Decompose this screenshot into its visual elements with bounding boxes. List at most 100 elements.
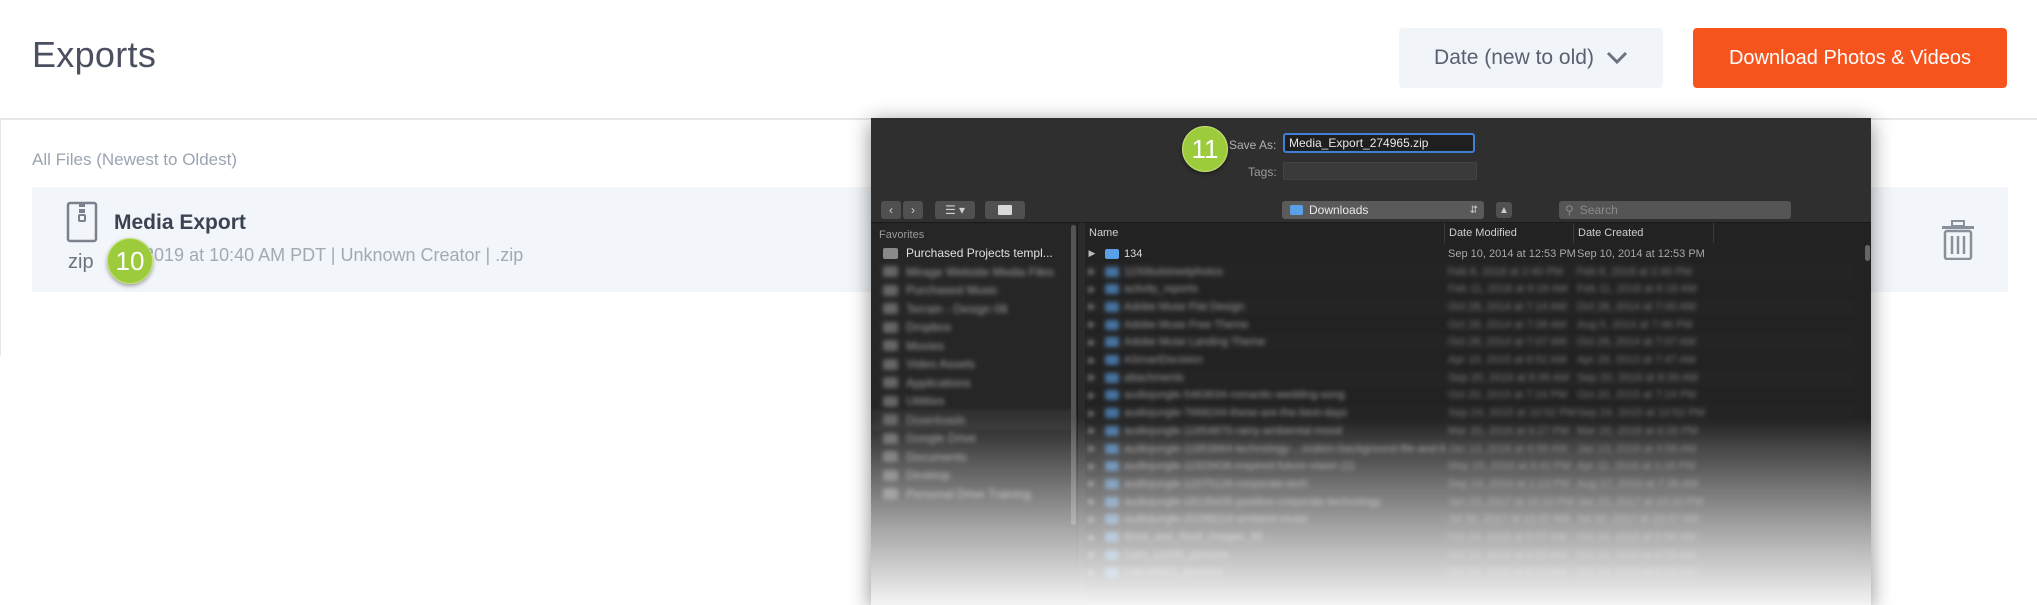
sidebar-item[interactable]: Applications <box>883 373 971 393</box>
row-date-created: Jul 30, 2017 at 10:37 AM <box>1577 513 1699 526</box>
disclosure-triangle-icon[interactable]: ▶ <box>1085 478 1099 489</box>
row-name: audiojungle-11853664-technology-...orati… <box>1124 442 1446 455</box>
zip-file-icon <box>66 201 98 243</box>
disclosure-triangle-icon[interactable]: ▶ <box>1085 266 1099 277</box>
finder-file-list: Name Date Modified Date Created ▶ 134 Sep … <box>1085 223 1871 605</box>
location-select[interactable]: Downloads ⇵ <box>1282 201 1484 219</box>
table-row[interactable]: ▶ audiojungle-5463634-romantic-wedding-so… <box>1085 387 1855 405</box>
row-name: 1150bulstreetphotos <box>1124 265 1223 278</box>
row-date-created: Feb 11, 2018 at 8:18 AM <box>1577 283 1697 296</box>
row-name: audiojungle-11654870-rainy-ambiental-moo… <box>1124 424 1343 437</box>
sidebar-item[interactable]: Utilities <box>883 391 945 411</box>
trash-icon[interactable] <box>1941 220 1975 260</box>
table-row[interactable]: ▶ audiojungle-20288219-ambient-music Jul 3… <box>1085 510 1855 529</box>
sidebar-item[interactable]: Terrain - Design 08 <box>883 299 1007 319</box>
disclosure-triangle-icon[interactable]: ▶ <box>1085 496 1099 507</box>
disclosure-triangle-icon[interactable]: ▶ <box>1085 390 1099 401</box>
disclosure-triangle-icon[interactable]: ▶ <box>1085 248 1099 259</box>
folder-icon <box>1105 284 1119 295</box>
disclosure-triangle-icon[interactable]: ▶ <box>1085 425 1099 436</box>
folder-icon <box>1105 390 1119 401</box>
file-name[interactable]: Media Export <box>114 211 246 235</box>
table-row[interactable]: ▶ audiojungle-11654870-rainy-ambiental-mo… <box>1085 422 1855 440</box>
column-date-modified[interactable]: Date Modified <box>1445 223 1574 243</box>
download-photos-videos-button[interactable]: Download Photos & Videos <box>1693 28 2007 88</box>
tags-input[interactable] <box>1283 162 1477 180</box>
table-row[interactable]: ▶ audiojungle-12075126-corporate-tech Sep … <box>1085 475 1855 493</box>
table-row[interactable]: ▶ Cam43322_pictures Oct 24, 2016 at 6:53 A… <box>1085 564 1855 582</box>
files-section-label: All Files (Newest to Oldest) <box>32 150 237 169</box>
finder-sidebar: Favorites Purchased Projects templ... Mi… <box>871 223 1078 605</box>
table-row[interactable]: ▶ audiojungle-11853664-technology-...orat… <box>1085 439 1855 458</box>
sidebar-item-label: Applications <box>906 375 971 390</box>
disclosure-triangle-icon[interactable]: ▶ <box>1085 355 1099 366</box>
row-date-modified: Oct 24, 2016 at 6:53 AM <box>1448 566 1567 579</box>
sidebar-item[interactable]: Desktop <box>883 465 950 485</box>
disclosure-triangle-icon[interactable]: ▶ <box>1085 567 1099 578</box>
sidebar-item[interactable]: Personal Drive Training <box>883 484 1031 504</box>
table-row[interactable]: ▶ attachments Sep 20, 2016 at 8:39 AM Sep 2… <box>1085 368 1855 387</box>
table-row[interactable]: ▶ audiojungle-11929436-inspired-future-vi… <box>1085 457 1855 475</box>
disclosure-triangle-icon[interactable]: ▶ <box>1085 284 1099 295</box>
column-name[interactable]: Name <box>1085 223 1445 243</box>
disclosure-triangle-icon[interactable]: ▶ <box>1085 549 1099 560</box>
table-row[interactable]: ▶ Adobe Muse Flat Design Oct 28, 2014 at 7… <box>1085 298 1855 316</box>
new-folder-button[interactable] <box>985 201 1025 219</box>
sidebar-item[interactable]: Documents <box>883 447 967 467</box>
row-name: audiojungle-11929436-inspired-future-vis… <box>1124 460 1355 473</box>
table-row[interactable]: ▶ activity_reports Feb 11, 2018 at 8:18 AM… <box>1085 280 1855 298</box>
row-date-created: Sep 24, 2015 at 10:52 PM <box>1577 407 1705 420</box>
sidebar-scrollbar[interactable] <box>1071 225 1076 525</box>
row-date-created: Oct 24, 2016 at 6:55 AM <box>1577 548 1696 561</box>
table-row[interactable]: ▶ Adobe Muse Free Theme Oct 28, 2014 at 7:… <box>1085 316 1855 334</box>
table-row[interactable]: ▶ 1150bulstreetphotos Feb 8, 2018 at 2:40 … <box>1085 262 1855 281</box>
disclosure-triangle-icon[interactable]: ▶ <box>1085 301 1099 312</box>
disclosure-triangle-icon[interactable]: ▶ <box>1085 337 1099 348</box>
row-name: activity_reports <box>1124 283 1198 296</box>
downloads-icon <box>883 414 898 425</box>
sidebar-item[interactable]: Purchased Music <box>883 280 998 300</box>
disclosure-triangle-icon[interactable]: ▶ <box>1085 319 1099 330</box>
save-as-input[interactable]: Media_Export_274965.zip <box>1283 133 1475 153</box>
table-row[interactable]: ▶ Adobe Muse Landing Theme Oct 28, 2014 at… <box>1085 333 1855 352</box>
row-date-modified: Mar 20, 2016 at 6:27 PM <box>1448 424 1570 437</box>
sidebar-item[interactable]: Purchased Projects templ... <box>883 243 1053 263</box>
disclosure-triangle-icon[interactable]: ▶ <box>1085 443 1099 454</box>
column-date-created[interactable]: Date Created <box>1574 223 1714 243</box>
folder-icon <box>883 395 898 407</box>
sidebar-item[interactable]: Video Assets <box>883 354 975 374</box>
table-row[interactable]: ▶ ASmartDecision Apr 10, 2015 at 8:52 AM Ap… <box>1085 351 1855 369</box>
row-date-created: Oct 24, 2016 at 6:53 AM <box>1577 566 1696 579</box>
table-row[interactable]: ▶ audiojungle-7668244-these-are-the-best-… <box>1085 404 1855 422</box>
table-row[interactable]: ▶ Cam_12345_pictures Oct 24, 2016 at 6:55 … <box>1085 545 1855 564</box>
list-scrollbar[interactable] <box>1865 245 1870 261</box>
sidebar-item-label: Personal Drive Training <box>906 486 1031 501</box>
row-date-modified: Sep 20, 2016 at 8:39 AM <box>1448 371 1570 384</box>
sidebar-item[interactable]: Mirage Website Media Files <box>883 262 1054 282</box>
disclosure-triangle-icon[interactable]: ▶ <box>1085 461 1099 472</box>
expand-button[interactable]: ▲ <box>1496 202 1512 218</box>
sidebar-item-label: Terrain - Design 08 <box>906 301 1008 316</box>
table-row[interactable]: ▶ 134 Sep 10, 2014 at 12:53 PM Sep 10, 2014… <box>1085 245 1855 263</box>
sidebar-item-label: Purchased Music <box>906 283 999 297</box>
view-mode-button[interactable]: ☰ ▾ <box>935 201 975 219</box>
disclosure-triangle-icon[interactable]: ▶ <box>1085 408 1099 419</box>
row-date-created: Oct 20, 2015 at 7:24 PM <box>1577 389 1697 402</box>
table-row[interactable]: ▶ Brick_and_Roof_Images_95 Oct 24, 2016 at… <box>1085 528 1855 546</box>
sidebar-item-downloads[interactable]: Downloads <box>871 409 1077 430</box>
forward-button[interactable]: › <box>903 201 923 219</box>
sidebar-item[interactable]: Dropbox <box>883 317 951 337</box>
folder-icon <box>1105 496 1119 507</box>
sidebar-item[interactable]: Google Drive <box>883 428 976 448</box>
sort-dropdown[interactable]: Date (new to old) <box>1399 28 1663 88</box>
disclosure-triangle-icon[interactable]: ▶ <box>1085 532 1099 543</box>
folder-icon <box>883 266 898 277</box>
back-button[interactable]: ‹ <box>881 201 901 219</box>
disclosure-triangle-icon[interactable]: ▶ <box>1085 372 1099 383</box>
table-row[interactable]: ▶ audiojungle-18135435-positive-corporate… <box>1085 493 1855 511</box>
search-icon: ⚲ <box>1565 203 1574 217</box>
row-date-created: Apr 29, 2013 at 7:47 AM <box>1577 354 1696 367</box>
sidebar-item[interactable]: Movies <box>883 336 944 356</box>
disclosure-triangle-icon[interactable]: ▶ <box>1085 514 1099 525</box>
dialog-search-input[interactable]: ⚲ Search <box>1559 201 1791 219</box>
